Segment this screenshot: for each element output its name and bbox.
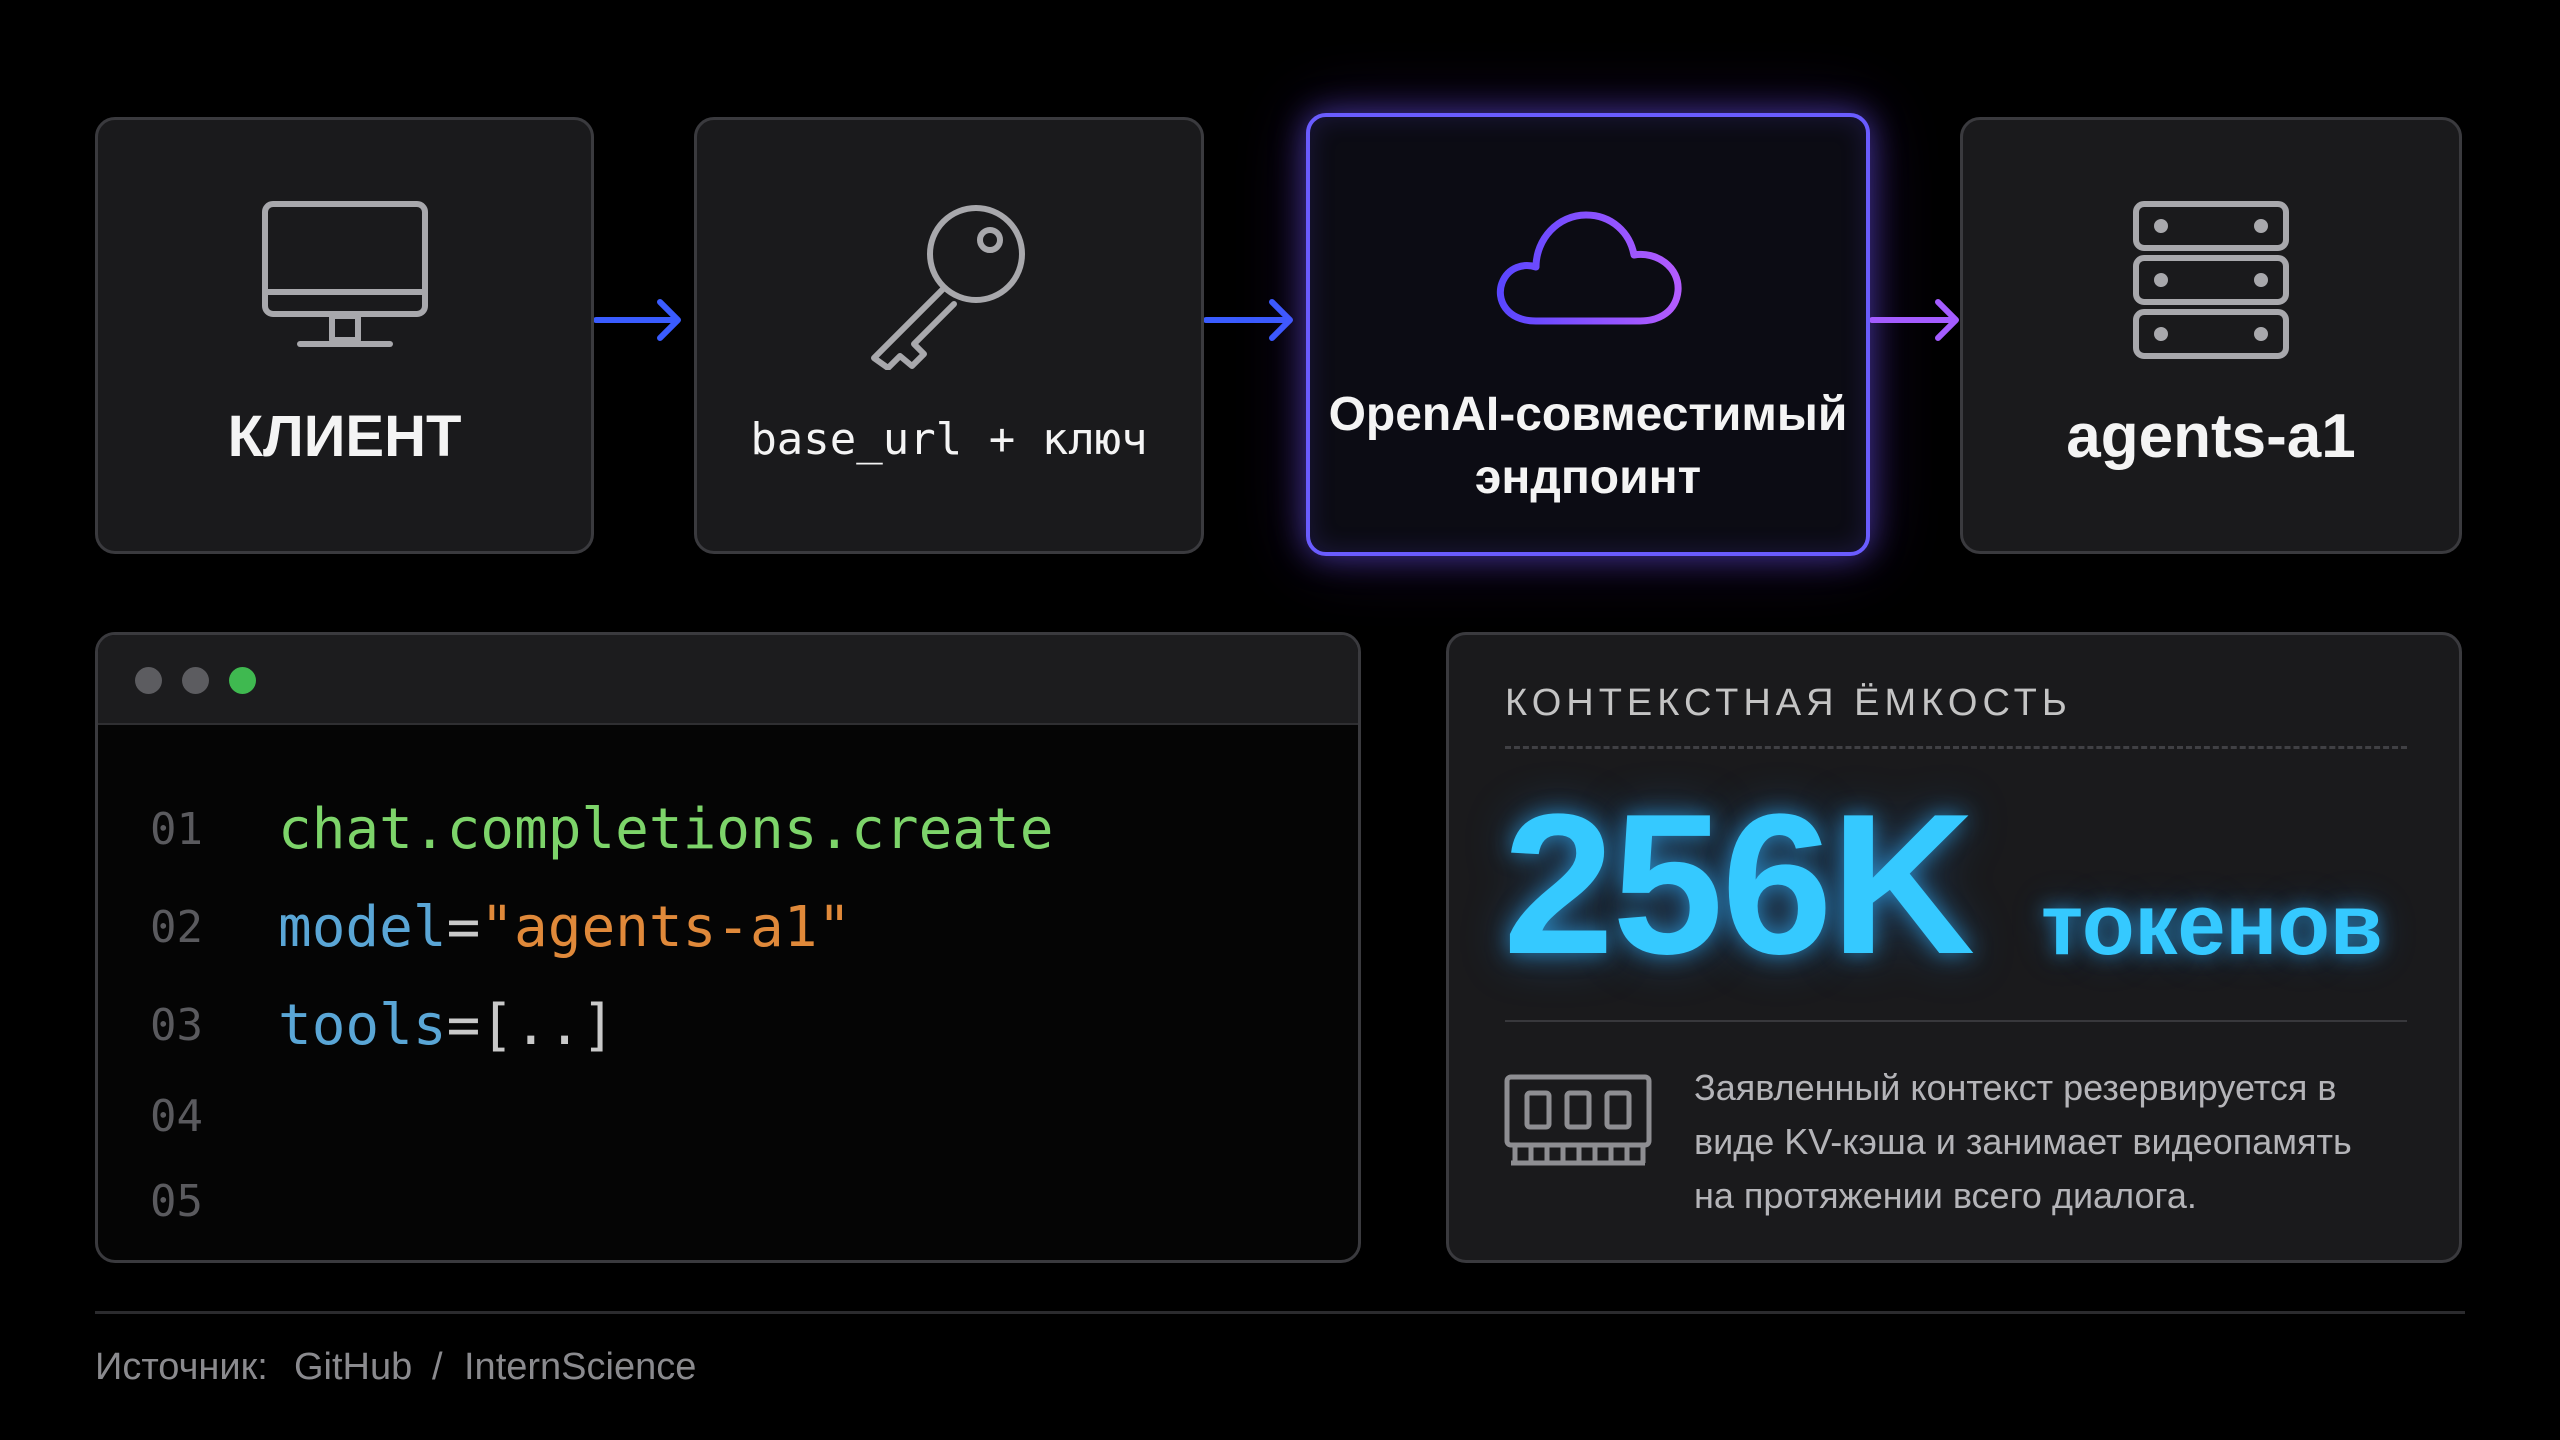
context-title: КОНТЕКСТНАЯ ЁМКОСТЬ bbox=[1505, 682, 2072, 724]
arrow-right-icon bbox=[1204, 299, 1293, 341]
arrow-right-icon bbox=[1870, 299, 1959, 341]
context-unit: токенов bbox=[2041, 877, 2383, 973]
endpoint-label-line2: эндпоинт bbox=[1474, 451, 1702, 504]
window-close-button[interactable] bbox=[135, 667, 162, 694]
context-description-line: Заявленный контекст резервируется в bbox=[1694, 1067, 2337, 1108]
code-string: "agents-a1" bbox=[480, 895, 852, 960]
key-label: base_url + ключ bbox=[750, 414, 1148, 465]
line-number: 04 bbox=[150, 1091, 203, 1142]
monitor-icon bbox=[98, 200, 591, 365]
agents-label: agents-a1 bbox=[2066, 402, 2356, 471]
code-window: 01 chat.completions.create 02 model="age… bbox=[95, 632, 1361, 1263]
context-description-line: на протяжении всего диалога. bbox=[1694, 1175, 2197, 1216]
source-internscience: InternScience bbox=[464, 1346, 697, 1388]
source-github: GitHub bbox=[294, 1346, 413, 1388]
context-value: 256K bbox=[1503, 773, 1975, 996]
code-value: [..] bbox=[480, 993, 616, 1058]
footer-divider bbox=[95, 1311, 2465, 1314]
client-card: КЛИЕНТ bbox=[95, 117, 594, 554]
divider bbox=[1505, 1020, 2407, 1022]
arrow-right-icon bbox=[594, 299, 681, 341]
source-label: Источник: bbox=[95, 1346, 268, 1388]
server-icon bbox=[1963, 200, 2459, 365]
context-description-line: виде KV-кэша и занимает видеопамять bbox=[1694, 1121, 2352, 1162]
code-key: tools bbox=[278, 993, 447, 1058]
context-capacity-card: КОНТЕКСТНАЯ ЁМКОСТЬ 256K токенов Заявлен… bbox=[1446, 632, 2462, 1263]
code-operator: = bbox=[446, 895, 481, 960]
code-text: chat.completions.create bbox=[278, 797, 1054, 862]
window-title-bar bbox=[98, 635, 1358, 725]
key-icon bbox=[697, 200, 1201, 375]
divider bbox=[1505, 746, 2407, 749]
endpoint-label-line1: OpenAI-совместимый bbox=[1328, 388, 1848, 441]
line-number: 02 bbox=[150, 902, 203, 953]
client-label: КЛИЕНТ bbox=[227, 404, 462, 469]
line-number: 01 bbox=[150, 804, 203, 855]
key-card: base_url + ключ bbox=[694, 117, 1204, 554]
endpoint-label: OpenAI-совместимый эндпоинт bbox=[1310, 383, 1866, 509]
line-number: 05 bbox=[150, 1176, 203, 1227]
code-key: model bbox=[278, 895, 447, 960]
agents-card: agents-a1 bbox=[1960, 117, 2462, 554]
window-minimize-button[interactable] bbox=[182, 667, 209, 694]
line-number: 03 bbox=[150, 1000, 203, 1051]
code-operator: = bbox=[446, 993, 481, 1058]
source-separator: / bbox=[432, 1346, 443, 1388]
cloud-icon bbox=[1310, 195, 1866, 340]
memory-chip-icon bbox=[1503, 1073, 1653, 1174]
window-maximize-button[interactable] bbox=[229, 667, 256, 694]
endpoint-card: OpenAI-совместимый эндпоинт bbox=[1306, 113, 1870, 556]
